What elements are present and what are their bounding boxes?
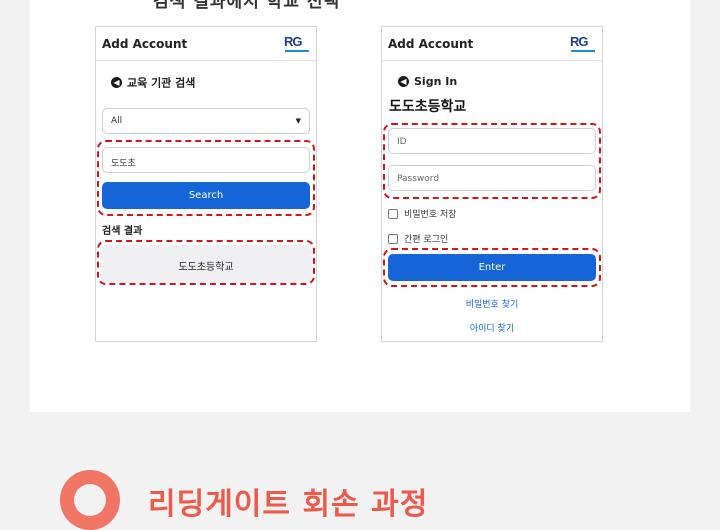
easy-login-checkbox[interactable]: 간편 로그인 — [388, 228, 448, 247]
logo-text: RG — [284, 34, 302, 49]
header-title: Add Account — [388, 37, 474, 51]
save-password-label: 비밀번호 저장 — [404, 210, 457, 220]
step-number-circle — [60, 470, 120, 530]
arrow-left-circle-icon: ◀ — [398, 76, 409, 87]
section-heading: 리딩게이트 회손 과정 — [148, 487, 429, 522]
enter-highlight-frame — [383, 248, 601, 287]
header-title: Add Account — [102, 37, 188, 51]
app-header: Add Account RG — [382, 27, 602, 61]
rg-logo: RG — [284, 34, 310, 54]
credentials-highlight-frame — [383, 123, 601, 199]
save-password-checkbox[interactable]: 비밀번호 저장 — [388, 203, 457, 222]
result-highlight-frame — [97, 240, 315, 285]
rg-logo: RG — [570, 34, 596, 54]
checkbox-icon — [388, 208, 398, 219]
filter-value: All — [111, 116, 123, 126]
search-highlight-frame — [97, 140, 315, 216]
results-title: 검색 결과 — [102, 226, 143, 237]
app-header: Add Account RG — [96, 27, 316, 61]
back-label: Sign In — [414, 75, 458, 88]
caret-down-icon: ▼ — [295, 117, 301, 125]
logo-text: RG — [570, 34, 588, 49]
find-password-link[interactable]: 비밀번호 찾기 — [382, 297, 602, 310]
school-name-title: 도도초등학교 — [389, 99, 467, 115]
back-to-institution-search[interactable]: ◀ 교육 기관 검색 — [111, 72, 195, 91]
filter-select[interactable]: All ▼ — [102, 108, 310, 134]
find-id-link[interactable]: 아이디 찾기 — [382, 321, 602, 334]
easy-login-label: 간편 로그인 — [404, 235, 449, 245]
step-caption: 검색 결과에서 학교 선택 — [153, 0, 341, 12]
arrow-left-circle-icon: ◀ — [111, 77, 122, 88]
back-label: 교육 기관 검색 — [127, 76, 196, 90]
back-to-sign-in[interactable]: ◀ Sign In — [398, 71, 457, 90]
checkbox-icon — [388, 233, 398, 244]
